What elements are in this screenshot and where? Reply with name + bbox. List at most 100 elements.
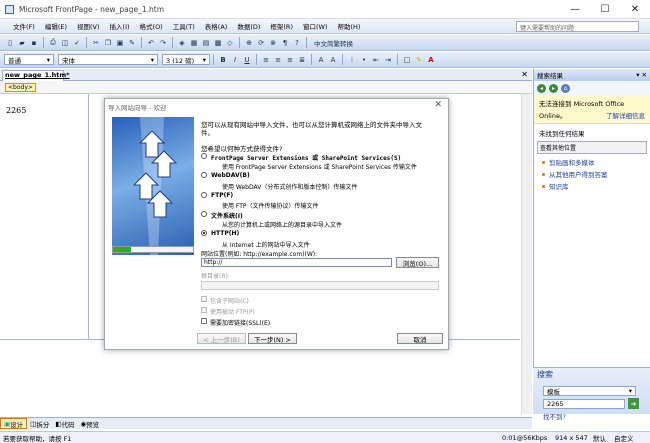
back-button[interactable]: < 上一步(B) [197, 333, 246, 344]
ssl-checkbox[interactable] [201, 318, 207, 324]
decrease-font-icon[interactable]: A [328, 54, 338, 65]
task-pane-title: 搜索结果 [537, 72, 563, 80]
hyperlink-icon[interactable]: ⊕ [244, 37, 254, 48]
align-left-icon[interactable]: ≡ [261, 54, 271, 65]
redo-icon[interactable]: ↷ [158, 37, 168, 48]
font-color-icon[interactable]: A [426, 54, 436, 65]
more-info-link[interactable]: 了解详细信息 [606, 110, 645, 120]
justify-icon[interactable]: ≣ [297, 54, 307, 65]
underline-icon[interactable]: U [242, 54, 252, 65]
border-icon[interactable]: □ [402, 54, 412, 65]
dialog-close-icon[interactable]: ✕ [434, 100, 442, 110]
copy-icon[interactable]: ❐ [103, 37, 113, 48]
browse-button[interactable]: 浏览(O)... [396, 257, 439, 268]
style-select[interactable]: 普通 ▾ [4, 54, 54, 65]
home-icon[interactable]: ⌂ [561, 83, 570, 93]
cant-find-link[interactable]: 找不到? [543, 411, 566, 421]
menu-insert[interactable]: 插入(I) [105, 21, 135, 31]
help-icon[interactable]: ? [292, 37, 302, 48]
refresh-icon[interactable]: ⟳ [256, 37, 266, 48]
spelling-icon[interactable]: ✓ [72, 37, 82, 48]
menu-format[interactable]: 格式(O) [135, 21, 168, 31]
tab-code[interactable]: ◧ 代码 [52, 418, 77, 429]
quick-tag-bar: <body> [0, 81, 532, 94]
increase-indent-icon[interactable]: ⇥ [383, 54, 393, 65]
menu-table[interactable]: 表格(A) [200, 21, 233, 31]
radio-frontpage[interactable] [201, 153, 207, 159]
insert-layer-icon[interactable]: ▤ [201, 37, 211, 48]
cut-icon[interactable]: ✂ [91, 37, 101, 48]
option-http-label: HTTP(H) [211, 230, 240, 237]
chevron-down-icon: ▾ [202, 55, 206, 64]
radio-http[interactable] [201, 230, 207, 236]
download-time: 0:01@56Kbps [502, 433, 548, 442]
next-button[interactable]: 下一步(N) > [248, 333, 297, 344]
print-icon[interactable]: ⎙ [48, 37, 58, 48]
community-link[interactable]: 从其他用户得到答案 [534, 168, 650, 180]
highlight-icon[interactable]: ✎ [414, 54, 424, 65]
new-page-icon[interactable]: ▯ [5, 37, 15, 48]
decrease-indent-icon[interactable]: ⇤ [371, 54, 381, 65]
size-select[interactable]: 3 (12 磅) ▾ [162, 54, 210, 65]
numbering-icon[interactable]: ⁝ [347, 54, 357, 65]
increase-font-icon[interactable]: A [316, 54, 326, 65]
menu-window[interactable]: 窗口(W) [298, 21, 333, 31]
menu-edit[interactable]: 编辑(E) [40, 21, 72, 31]
picture-icon[interactable]: ▩ [213, 37, 223, 48]
radio-file-system[interactable] [201, 211, 207, 217]
radio-webdav[interactable] [201, 172, 207, 178]
undo-icon[interactable]: ↶ [146, 37, 156, 48]
document-tab[interactable]: new_page_1.htm* [2, 70, 70, 81]
preview-icon[interactable]: ◫ [60, 37, 70, 48]
save-icon[interactable]: ▪ [29, 37, 39, 48]
tab-preview[interactable]: ◉ 预览 [77, 418, 102, 429]
help-search-input[interactable]: 键入需要帮助的问题 [516, 21, 639, 32]
menu-view[interactable]: 视图(V) [72, 21, 105, 31]
format-painter-icon[interactable]: ✎ [127, 37, 137, 48]
menu-tools[interactable]: 工具(T) [168, 21, 200, 31]
bold-icon[interactable]: B [218, 54, 228, 65]
body-tag[interactable]: <body> [5, 83, 36, 92]
radio-ftp[interactable] [201, 192, 207, 198]
drawing-icon[interactable]: ◇ [225, 37, 235, 48]
web-component-icon[interactable]: ◈ [177, 37, 187, 48]
bullets-icon[interactable]: • [359, 54, 369, 65]
search-scope-select[interactable]: 模板 ▾ [543, 386, 636, 396]
option-file-system-label: 文件系统(I) [211, 213, 243, 220]
task-pane-close-icon[interactable]: ▾ ✕ [636, 71, 650, 79]
paste-icon[interactable]: ▣ [115, 37, 125, 48]
minimize-button[interactable]: — [560, 0, 590, 19]
location-input[interactable]: http:// [201, 258, 392, 267]
search-panel: 搜索 模板 ▾ 2265 ➜ 找不到? [533, 367, 650, 421]
clip-art-link[interactable]: 剪贴画和多媒体 [534, 156, 650, 168]
close-button[interactable]: ✕ [620, 0, 650, 19]
page-content-text: 2265 [6, 106, 27, 115]
font-select[interactable]: 宋体 ▾ [58, 54, 158, 65]
align-right-icon[interactable]: ≡ [285, 54, 295, 65]
vertical-scrollbar[interactable] [521, 94, 532, 414]
forward-icon[interactable]: ▸ [549, 83, 558, 93]
align-center-icon[interactable]: ≡ [273, 54, 283, 65]
knowledge-base-link[interactable]: 知识库 [534, 180, 650, 192]
menu-frames[interactable]: 框架(R) [265, 21, 298, 31]
tab-split[interactable]: ◫ 拆分 [27, 418, 52, 429]
close-document-icon[interactable]: ✕ [521, 70, 528, 79]
status-mode-custom: 自定义 [614, 434, 634, 443]
search-title: 搜索 [537, 370, 553, 379]
stop-icon[interactable]: ⊗ [268, 37, 278, 48]
go-arrow-icon[interactable]: ➜ [628, 398, 639, 409]
italic-icon[interactable]: I [230, 54, 240, 65]
back-icon[interactable]: ◂ [537, 83, 546, 93]
menu-data[interactable]: 数据(D) [232, 21, 265, 31]
menu-file[interactable]: 文件(F) [8, 21, 40, 31]
cancel-button[interactable]: 取消 [397, 333, 443, 344]
option-file-system-desc: 从您的计算机上或网络上的源目录中导入文件 [222, 222, 343, 229]
menu-help[interactable]: 帮助(H) [332, 21, 365, 31]
maximize-button[interactable]: ☐ [590, 0, 620, 19]
chinese-conversion-button[interactable]: 中文简繁转换 [311, 37, 356, 48]
open-icon[interactable]: ▰ [17, 37, 27, 48]
search-input[interactable]: 2265 [543, 399, 625, 409]
insert-table-icon[interactable]: ▦ [189, 37, 199, 48]
tab-design[interactable]: ▣ 设计 [0, 418, 28, 429]
show-all-icon[interactable]: ¶ [280, 37, 290, 48]
